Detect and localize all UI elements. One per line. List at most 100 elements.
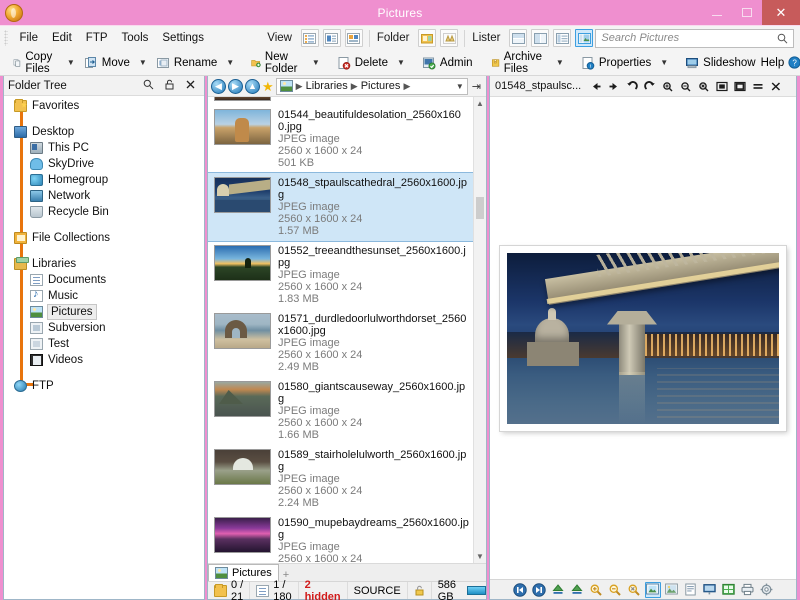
tree-node-this-pc[interactable]: This PC — [4, 140, 204, 156]
presentation-icon[interactable] — [702, 582, 718, 598]
tree-node-skydrive[interactable]: SkyDrive — [4, 156, 204, 172]
zoom-out-icon[interactable] — [607, 582, 623, 598]
table-row[interactable]: 01580_giantscauseway_2560x1600.jpg JPEG … — [208, 377, 473, 445]
show-grid-icon[interactable] — [721, 582, 737, 598]
tree-node-subversion[interactable]: Subversion — [4, 320, 204, 336]
tree-node-pictures[interactable]: Pictures — [4, 304, 204, 320]
scrollbar-thumb[interactable] — [476, 197, 484, 219]
tree-node-network[interactable]: Network — [4, 188, 204, 204]
table-row[interactable]: 01548_stpaulscathedral_2560x1600.jpg JPE… — [208, 173, 473, 241]
table-row[interactable]: 01552_treeandthesunset_2560x1600.jpg JPE… — [208, 241, 473, 309]
tree-node-file-collections[interactable]: File Collections — [4, 230, 204, 246]
tree-search-icon[interactable] — [143, 79, 154, 93]
forward-arrow-icon[interactable]: ▶ — [228, 79, 243, 94]
view-list-icon[interactable] — [323, 29, 341, 47]
folder-compare-icon[interactable] — [418, 29, 436, 47]
table-row[interactable]: 01589_stairholelulworth_2560x1600.jpg JP… — [208, 445, 473, 513]
lister-horizontal-icon[interactable] — [509, 29, 527, 47]
tree-node-ftp[interactable]: FTP — [4, 378, 204, 394]
table-row[interactable]: 01544_beautifuldesolation_2560x1600.jpg … — [208, 105, 473, 173]
tree-node-documents[interactable]: Documents — [4, 272, 204, 288]
menu-icon[interactable] — [749, 78, 766, 95]
rename-button[interactable]: I Rename — [151, 54, 222, 72]
last-image-icon[interactable] — [531, 582, 547, 598]
breadcrumb-pictures[interactable]: Pictures — [361, 80, 401, 92]
search-input[interactable] — [601, 32, 777, 44]
tree-node-libraries[interactable]: Libraries — [4, 256, 204, 272]
status-lock[interactable] — [408, 582, 432, 599]
show-image-icon[interactable] — [664, 582, 680, 598]
go-to-icon[interactable]: ⇥ — [470, 80, 483, 93]
move-button[interactable]: Move — [79, 54, 135, 72]
table-row[interactable]: 01571_durdledoorlulworthdorset_2560x1600… — [208, 309, 473, 377]
toolbar-grip[interactable] — [4, 30, 8, 46]
help-label[interactable]: Help — [761, 57, 785, 69]
delete-button[interactable]: Delete — [332, 54, 393, 72]
back-arrow-icon[interactable]: ◀ — [211, 79, 226, 94]
properties-button[interactable]: i Properties — [576, 54, 656, 72]
view-thumbnails-icon[interactable] — [345, 29, 363, 47]
lister-preview-icon[interactable] — [575, 29, 593, 47]
next-image-icon[interactable] — [605, 78, 622, 95]
new-folder-button[interactable]: New Folder — [246, 49, 308, 77]
chevron-down-icon[interactable]: ▼ — [474, 550, 486, 563]
rotate-left-icon[interactable] — [623, 78, 640, 95]
chevron-up-icon[interactable]: ▲ — [474, 97, 486, 110]
delete-caret[interactable]: ▼ — [393, 58, 409, 67]
view-details-icon[interactable] — [301, 29, 319, 47]
previous-image-icon[interactable] — [587, 78, 604, 95]
tree-node-favorites[interactable]: Favorites — [4, 98, 204, 114]
menu-ftp[interactable]: FTP — [79, 29, 115, 47]
breadcrumb-libraries[interactable]: Libraries — [306, 80, 348, 92]
properties-caret[interactable]: ▼ — [656, 58, 672, 67]
tree-unlock-icon[interactable] — [164, 79, 175, 93]
copy-files-caret[interactable]: ▼ — [63, 58, 79, 67]
slideshow-button[interactable]: Slideshow — [680, 54, 760, 72]
menu-tools[interactable]: Tools — [115, 29, 156, 47]
print-icon[interactable] — [740, 582, 756, 598]
first-image-icon[interactable] — [512, 582, 528, 598]
copy-files-button[interactable]: Copy Files — [8, 49, 63, 77]
tree-close-icon[interactable] — [185, 79, 196, 93]
file-list[interactable]: 2560 x 1600 x 24 1.33 MB 01544_beautiful… — [208, 97, 486, 563]
zoom-in-icon[interactable] — [659, 78, 676, 95]
table-row[interactable]: 01590_mupebaydreams_2560x1600.jpg JPEG i… — [208, 513, 473, 563]
rename-caret[interactable]: ▼ — [222, 58, 238, 67]
search-box[interactable] — [595, 29, 794, 48]
help-icon[interactable]: ? — [788, 56, 800, 69]
expand-down-icon[interactable] — [569, 582, 585, 598]
close-icon[interactable] — [767, 78, 784, 95]
actual-size-icon[interactable] — [731, 78, 748, 95]
fit-to-window-icon[interactable] — [713, 78, 730, 95]
zoom-in-icon[interactable] — [588, 582, 604, 598]
tab-pictures[interactable]: Pictures — [208, 564, 279, 581]
vertical-scrollbar[interactable]: ▲ ▼ — [473, 97, 486, 563]
new-folder-caret[interactable]: ▼ — [308, 58, 324, 67]
chevron-down-icon[interactable]: ▼ — [456, 82, 464, 91]
up-arrow-icon[interactable]: ▲ — [245, 79, 260, 94]
tree-node-music[interactable]: Music — [4, 288, 204, 304]
preview-canvas[interactable] — [490, 97, 796, 579]
zoom-reset-icon[interactable] — [695, 78, 712, 95]
archive-files-caret[interactable]: ▼ — [552, 58, 568, 67]
lister-vertical-icon[interactable] — [531, 29, 549, 47]
lister-tree-icon[interactable] — [553, 29, 571, 47]
tree-node-desktop[interactable]: Desktop — [4, 124, 204, 140]
breadcrumb[interactable]: ▶ Libraries ▶ Pictures ▶ ▼ — [276, 78, 468, 95]
menu-edit[interactable]: Edit — [45, 29, 79, 47]
move-caret[interactable]: ▼ — [135, 58, 151, 67]
archive-files-button[interactable]: Archive Files — [486, 49, 552, 77]
tree-node-videos[interactable]: Videos — [4, 352, 204, 368]
menu-settings[interactable]: Settings — [155, 29, 211, 47]
rotate-right-icon[interactable] — [641, 78, 658, 95]
expand-up-icon[interactable] — [550, 582, 566, 598]
show-text-icon[interactable] — [683, 582, 699, 598]
folder-sync-icon[interactable] — [440, 29, 458, 47]
zoom-reset-icon[interactable] — [626, 582, 642, 598]
tree-node-homegroup[interactable]: Homegroup — [4, 172, 204, 188]
star-icon[interactable]: ★ — [262, 80, 274, 93]
tree-node-test[interactable]: Test — [4, 336, 204, 352]
admin-button[interactable]: Admin — [417, 54, 478, 72]
tree-node-recycle-bin[interactable]: Recycle Bin — [4, 204, 204, 220]
zoom-out-icon[interactable] — [677, 78, 694, 95]
